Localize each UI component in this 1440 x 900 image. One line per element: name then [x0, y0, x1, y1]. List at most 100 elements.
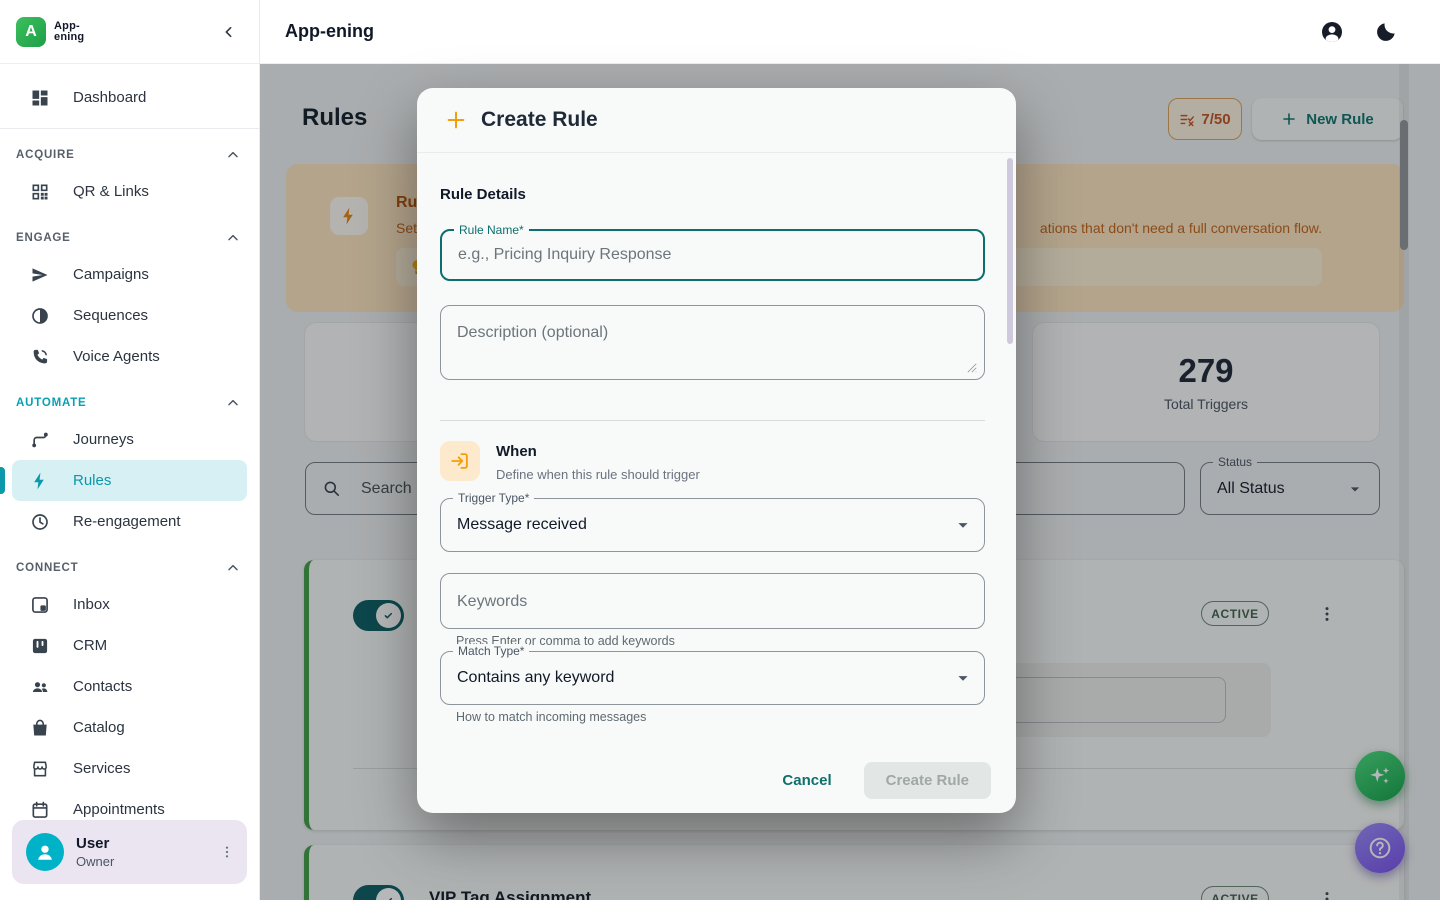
- sidebar-item-label: Re-engagement: [73, 513, 181, 530]
- clock-icon: [30, 512, 50, 532]
- rule-name-field[interactable]: Rule Name*: [440, 229, 985, 281]
- avatar: [26, 833, 64, 871]
- sidebar: A App- ening Dashboard ACQUIRE QR & Link…: [0, 0, 260, 900]
- sidebar-item-label: Services: [73, 760, 131, 777]
- app-screen: A App- ening Dashboard ACQUIRE QR & Link…: [0, 0, 1440, 900]
- description-label: Description (optional): [457, 324, 608, 342]
- chevron-up-icon: [225, 230, 241, 246]
- create-rule-submit-button[interactable]: Create Rule: [864, 762, 991, 799]
- user-meta: User Owner: [76, 835, 114, 869]
- rule-name-input[interactable]: [442, 231, 983, 279]
- send-icon: [30, 265, 50, 285]
- trigger-type-select[interactable]: Trigger Type* Message received: [440, 498, 985, 552]
- resize-handle-icon[interactable]: [966, 362, 978, 374]
- sidebar-item-crm[interactable]: CRM: [12, 625, 247, 666]
- kebab-icon: [219, 844, 235, 860]
- shopping-bag-icon: [30, 718, 50, 738]
- sidebar-item-rules[interactable]: Rules: [12, 460, 247, 501]
- topbar-actions: [1320, 20, 1398, 44]
- sidebar-item-label: Catalog: [73, 719, 125, 736]
- create-rule-modal: Create Rule Rule Details Rule Name* Desc…: [417, 88, 1016, 813]
- phone-icon: [30, 347, 50, 367]
- sidebar-item-re-engagement[interactable]: Re-engagement: [12, 501, 247, 542]
- when-heading: When: [496, 443, 700, 460]
- modal-header: Create Rule: [417, 88, 1016, 153]
- when-icon-box: [440, 441, 480, 481]
- when-subtitle: Define when this rule should trigger: [496, 467, 700, 482]
- modal-footer: Cancel Create Rule: [417, 747, 1016, 813]
- topbar-title: App-ening: [285, 21, 374, 42]
- sidebar-item-catalog[interactable]: Catalog: [12, 707, 247, 748]
- keywords-field[interactable]: Keywords: [440, 573, 985, 629]
- sidebar-section-automate[interactable]: AUTOMATE: [0, 377, 259, 419]
- sidebar-collapse-button[interactable]: [217, 20, 241, 44]
- sidebar-item-label: Sequences: [73, 307, 148, 324]
- modal-title: Create Rule: [481, 108, 598, 132]
- chevron-up-icon: [225, 395, 241, 411]
- dropdown-arrow-icon: [952, 514, 974, 536]
- sidebar-item-inbox[interactable]: Inbox: [12, 584, 247, 625]
- rule-details-heading: Rule Details: [440, 186, 985, 203]
- section-divider: [440, 420, 985, 421]
- sidebar-section-engage[interactable]: ENGAGE: [0, 212, 259, 254]
- dropdown-arrow-icon: [952, 667, 974, 689]
- sidebar-section-connect[interactable]: CONNECT: [0, 542, 259, 584]
- calendar-icon: [30, 800, 50, 820]
- match-type-value: Contains any keyword: [457, 669, 614, 687]
- sidebar-item-label: Rules: [73, 472, 111, 489]
- sidebar-item-label: Inbox: [73, 596, 110, 613]
- modal-body: Rule Details Rule Name* Description (opt…: [417, 186, 1016, 724]
- sidebar-item-label: Appointments: [73, 801, 165, 818]
- trigger-enter-icon: [449, 450, 471, 472]
- keywords-helper-text: Press Enter or comma to add keywords: [456, 635, 985, 648]
- dark-mode-moon-icon[interactable]: [1374, 20, 1398, 44]
- sequence-icon: [30, 306, 50, 326]
- keywords-label: Keywords: [457, 593, 527, 611]
- sidebar-section-acquire[interactable]: ACQUIRE: [0, 129, 259, 171]
- match-type-helper-text: How to match incoming messages: [456, 711, 985, 724]
- sidebar-item-qr-links[interactable]: QR & Links: [12, 171, 247, 212]
- user-card[interactable]: User Owner: [12, 820, 247, 884]
- sidebar-item-voice-agents[interactable]: Voice Agents: [12, 336, 247, 377]
- sidebar-item-label: Campaigns: [73, 266, 149, 283]
- trigger-type-value: Message received: [457, 516, 587, 534]
- sidebar-item-label: Voice Agents: [73, 348, 160, 365]
- sidebar-item-label: Journeys: [73, 431, 134, 448]
- sidebar-nav: Dashboard ACQUIRE QR & Links ENGAGE Camp…: [0, 64, 259, 830]
- chevron-up-icon: [225, 147, 241, 163]
- match-type-select[interactable]: Match Type* Contains any keyword: [440, 651, 985, 705]
- person-icon: [34, 841, 56, 863]
- cancel-button[interactable]: Cancel: [768, 764, 845, 797]
- modal-scrollbar-thumb[interactable]: [1007, 158, 1013, 344]
- sidebar-item-label: QR & Links: [73, 183, 149, 200]
- when-text: When Define when this rule should trigge…: [488, 441, 700, 482]
- qr-code-icon: [30, 182, 50, 202]
- sidebar-item-campaigns[interactable]: Campaigns: [12, 254, 247, 295]
- inbox-icon: [30, 595, 50, 615]
- match-type-label: Match Type*: [453, 644, 529, 658]
- user-menu-button[interactable]: [217, 842, 237, 862]
- route-icon: [30, 430, 50, 450]
- description-field[interactable]: Description (optional): [440, 305, 985, 380]
- sidebar-item-label: Dashboard: [73, 89, 146, 106]
- sidebar-item-contacts[interactable]: Contacts: [12, 666, 247, 707]
- sidebar-item-sequences[interactable]: Sequences: [12, 295, 247, 336]
- when-section-header: When Define when this rule should trigge…: [440, 441, 985, 482]
- kanban-icon: [30, 636, 50, 656]
- chevron-left-icon: [221, 24, 237, 40]
- sidebar-item-journeys[interactable]: Journeys: [12, 419, 247, 460]
- people-icon: [30, 677, 50, 697]
- topbar: App-ening: [260, 0, 1440, 64]
- account-circle-icon[interactable]: [1320, 20, 1344, 44]
- sidebar-item-dashboard[interactable]: Dashboard: [12, 77, 247, 118]
- trigger-type-label: Trigger Type*: [453, 491, 534, 505]
- sidebar-item-label: Contacts: [73, 678, 132, 695]
- logo-letter: A: [25, 23, 37, 41]
- plus-icon: [445, 109, 467, 131]
- user-role: Owner: [76, 854, 114, 869]
- user-name: User: [76, 835, 114, 852]
- app-logo: A: [16, 17, 46, 47]
- sidebar-item-services[interactable]: Services: [12, 748, 247, 789]
- storefront-icon: [30, 759, 50, 779]
- sidebar-item-label: CRM: [73, 637, 107, 654]
